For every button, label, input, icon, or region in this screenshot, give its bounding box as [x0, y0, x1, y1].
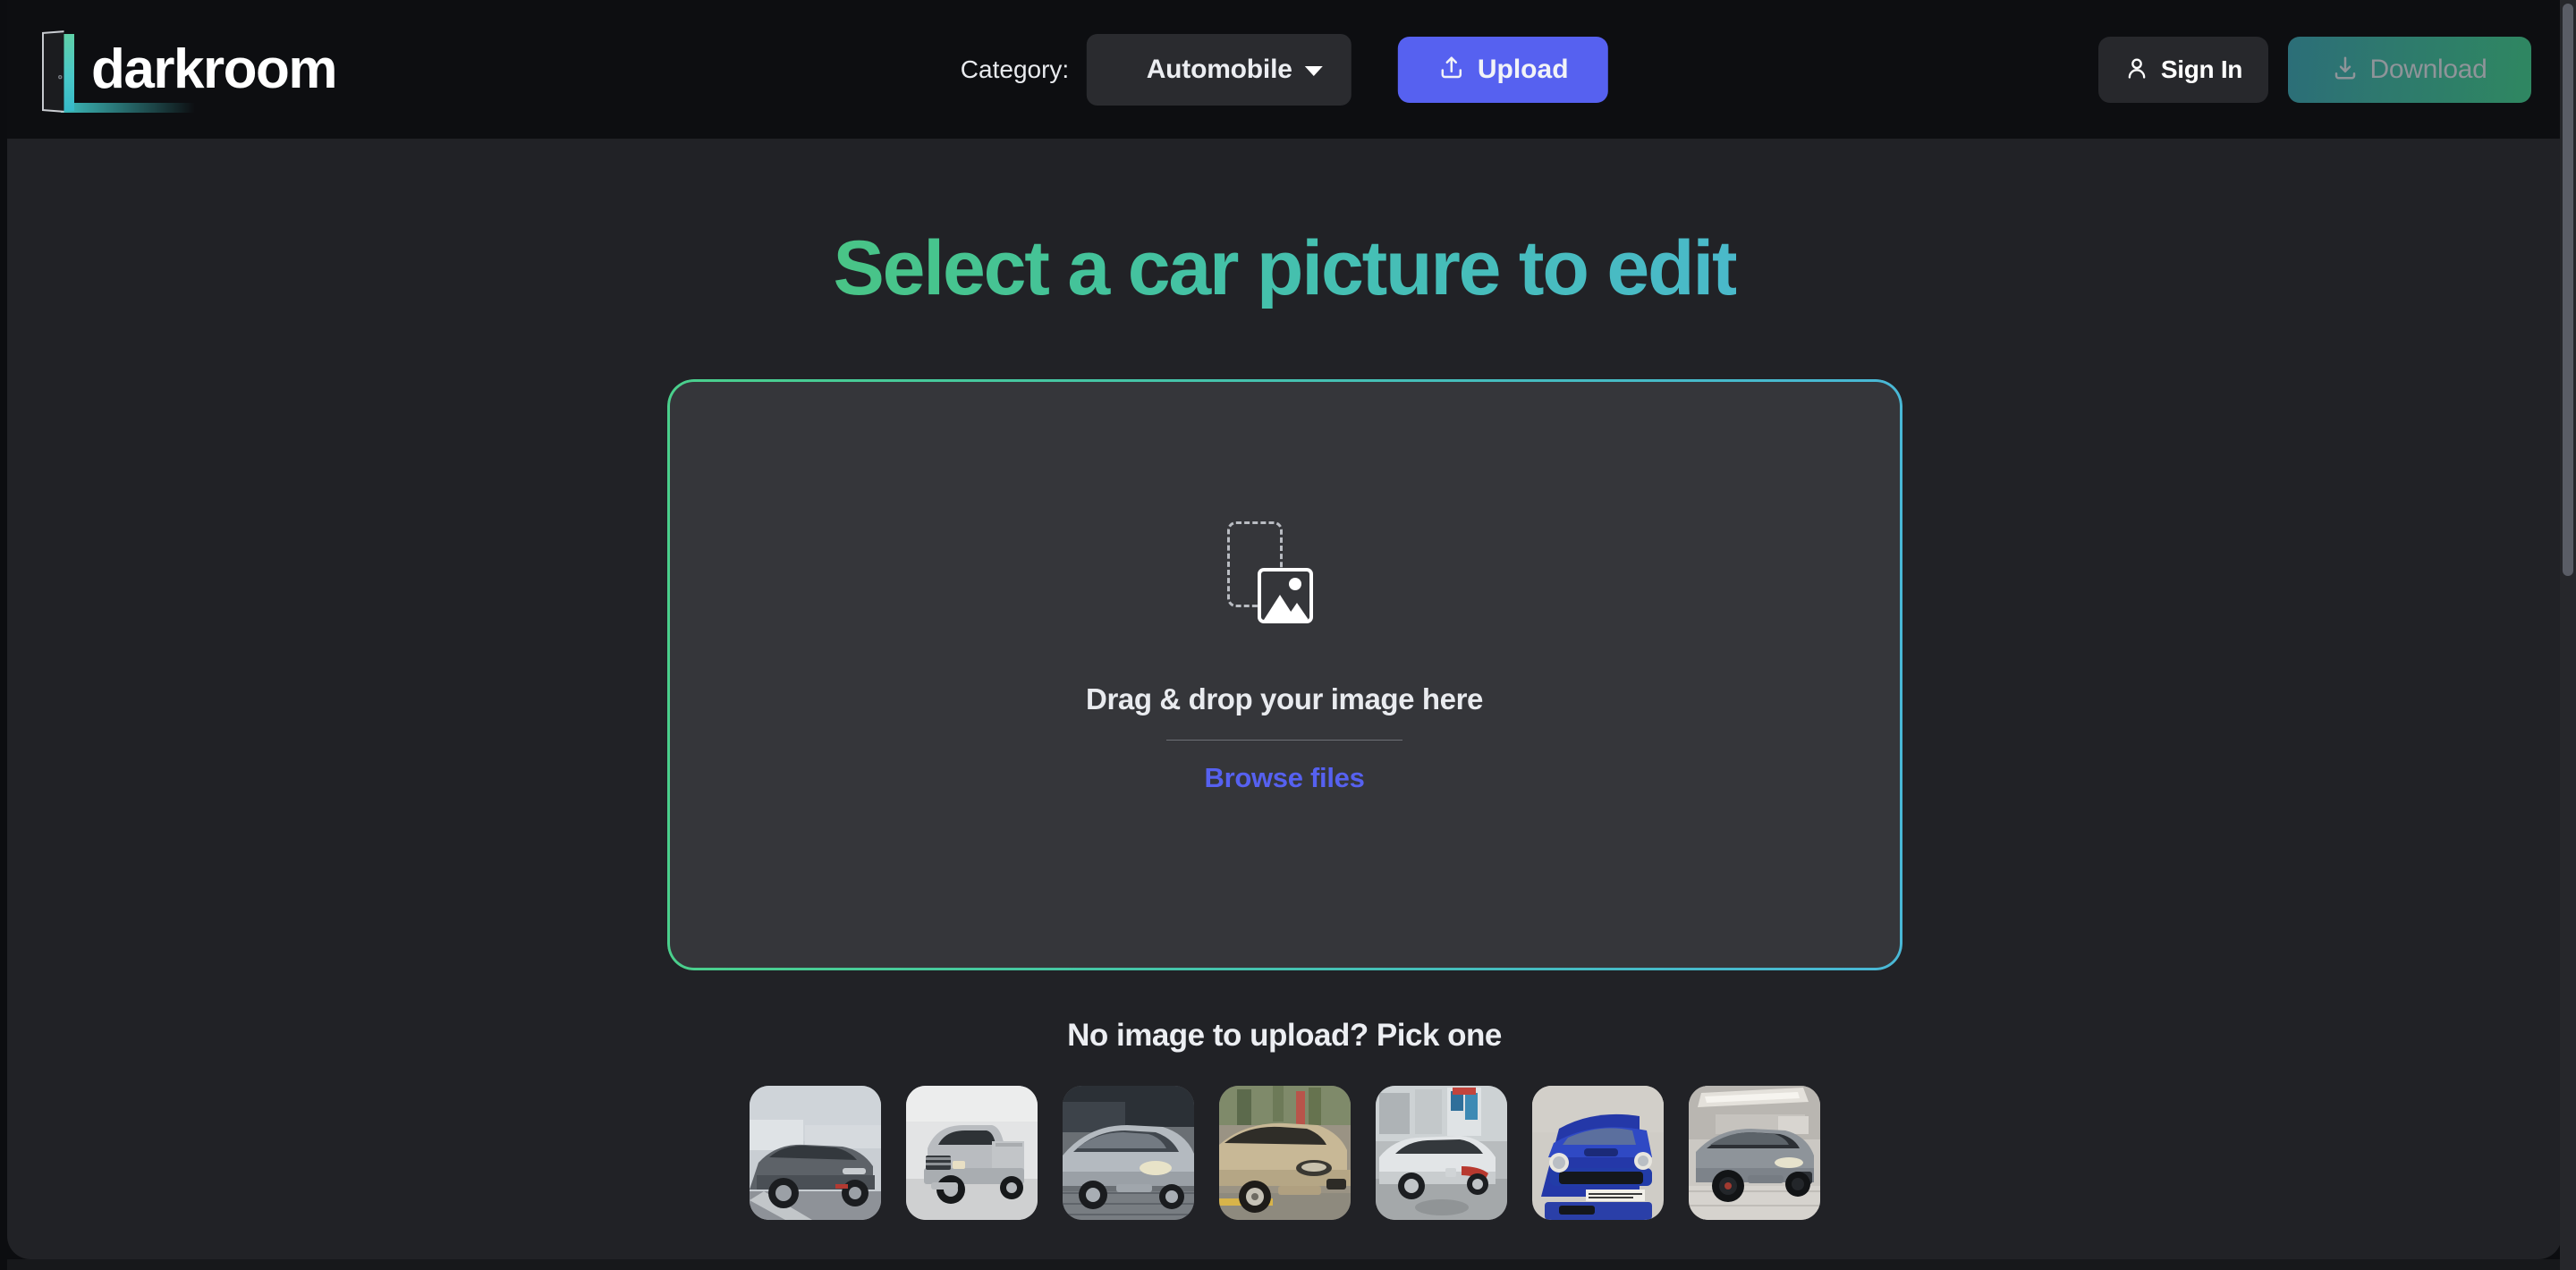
page-title: Select a car picture to edit [833, 225, 1738, 311]
category-select-value: Automobile [1146, 54, 1292, 84]
header-center-controls: Category: Automobile Upload [960, 33, 1609, 106]
dropzone-title: Drag & drop your image here [1086, 682, 1483, 716]
brand-logo[interactable]: darkroom [34, 29, 337, 113]
thumbnail-blue-mini-cooper[interactable] [1531, 1086, 1664, 1221]
download-button-label: Download [2369, 54, 2487, 84]
dropzone-dotted-border [666, 379, 1902, 971]
chevron-down-icon [1305, 65, 1324, 76]
thumbnail-gray-suv-dealership[interactable] [749, 1086, 881, 1221]
thumbnail-gray-jaguar-suv[interactable] [1688, 1086, 1820, 1221]
dropzone-divider [1166, 740, 1402, 741]
door-panel [42, 30, 64, 113]
sign-in-button[interactable]: Sign In [2098, 36, 2268, 103]
upload-button-label: Upload [1477, 54, 1569, 84]
main-content: Select a car picture to edit Drag & drop… [7, 139, 2562, 1259]
browser-viewport: darkroom Category: Automobile Upload Sig… [0, 0, 2576, 1270]
thumbnail-white-sedan-rear[interactable] [1375, 1086, 1507, 1221]
thumbnail-silver-pickup-truck[interactable] [905, 1086, 1038, 1221]
download-arrow-icon [2332, 55, 2359, 84]
thumbnail-silver-sedan-front[interactable] [1062, 1086, 1194, 1221]
image-dropzone[interactable]: Drag & drop your image here Browse files [666, 379, 1902, 971]
category-select[interactable]: Automobile [1087, 33, 1352, 106]
page-bottom-overflow [7, 1259, 2562, 1270]
app-page: darkroom Category: Automobile Upload Sig… [7, 0, 2562, 1259]
sign-in-label: Sign In [2160, 55, 2243, 83]
user-icon [2124, 55, 2149, 83]
header-right-controls: Sign In Download [2098, 36, 2531, 103]
category-label: Category: [960, 55, 1070, 83]
sun-icon [1289, 578, 1301, 591]
thumbnail-gold-sedan-street[interactable] [1218, 1086, 1351, 1221]
browse-files-button[interactable]: Browse files [1204, 762, 1364, 794]
brand-name: darkroom [91, 38, 337, 100]
upload-arrow-icon [1438, 55, 1465, 84]
door-light-floor [61, 102, 195, 113]
sample-thumbnails [749, 1086, 1820, 1221]
page-scrollbar-track[interactable] [2560, 0, 2576, 1270]
mountain-small-icon [1285, 603, 1309, 621]
picture-icon [1258, 568, 1313, 624]
gallery-title: No image to upload? Pick one [1067, 1018, 1502, 1054]
upload-button[interactable]: Upload [1398, 36, 1609, 103]
download-button[interactable]: Download [2288, 36, 2531, 103]
open-door-icon [34, 29, 195, 113]
page-scrollbar-thumb[interactable] [2563, 4, 2573, 576]
app-header: darkroom Category: Automobile Upload Sig… [7, 0, 2562, 139]
door-knob [58, 74, 63, 79]
image-placeholder-icon [1227, 521, 1342, 641]
